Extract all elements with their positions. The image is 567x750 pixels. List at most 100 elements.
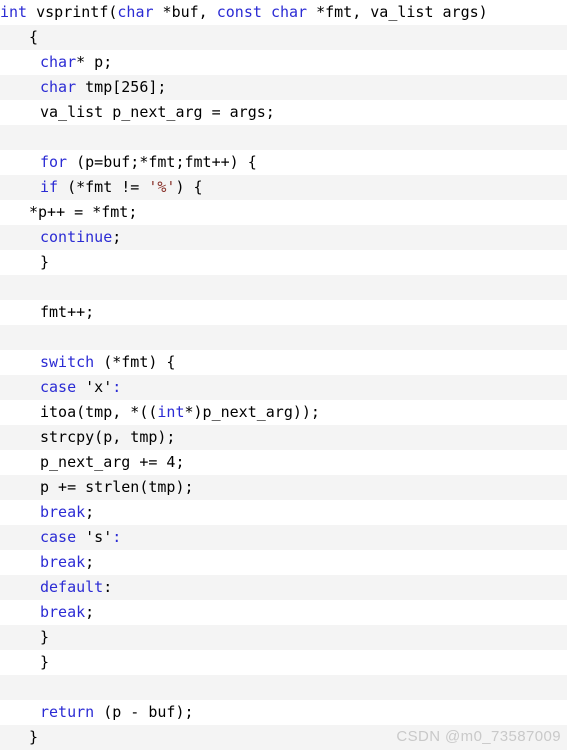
code-token-kw: const [216, 3, 262, 21]
code-line: itoa(tmp, *((int*)p_next_arg)); [0, 400, 567, 425]
code-token-pln: va_list p_next_arg = args; [40, 103, 275, 121]
code-token-kw: int [157, 403, 185, 421]
code-line [0, 125, 567, 150]
code-line: } [0, 625, 567, 650]
code-line-text: itoa(tmp, *((int*)p_next_arg)); [0, 400, 320, 425]
code-line-text: } [0, 725, 38, 750]
code-line-text: switch (*fmt) { [0, 350, 175, 375]
code-token-pln: (p - buf); [94, 703, 194, 721]
code-token-pln: 's' [85, 528, 113, 546]
code-token-pln: { [29, 28, 39, 46]
code-line-text: continue; [0, 225, 121, 250]
code-line: switch (*fmt) { [0, 350, 567, 375]
code-line: char* p; [0, 50, 567, 75]
code-line-text: { [0, 25, 38, 50]
code-line-text: char* p; [0, 50, 112, 75]
code-line: p_next_arg += 4; [0, 450, 567, 475]
code-line: } [0, 650, 567, 675]
code-token-kw: continue [40, 228, 113, 246]
code-line: continue; [0, 225, 567, 250]
code-token-pln: itoa(tmp, *(( [40, 403, 158, 421]
code-line: if (*fmt != '%') { [0, 175, 567, 200]
code-line: int vsprintf(char *buf, const char *fmt,… [0, 0, 567, 25]
code-token-pln: (p=buf;*fmt;fmt++) { [67, 153, 257, 171]
code-line: for (p=buf;*fmt;fmt++) { [0, 150, 567, 175]
code-token-kw: : [112, 378, 122, 396]
code-line-text: p_next_arg += 4; [0, 450, 185, 475]
code-token-pln: fmt++; [40, 303, 95, 321]
code-line-text: strcpy(p, tmp); [0, 425, 175, 450]
code-line-text: va_list p_next_arg = args; [0, 100, 275, 125]
code-line [0, 675, 567, 700]
code-token-pln: *buf, [153, 3, 217, 21]
code-token-kw: return [40, 703, 95, 721]
code-line-text: case 's': [0, 525, 121, 550]
code-token-kw: case [40, 378, 77, 396]
code-token-kw: int [0, 3, 28, 21]
code-token-pln: p_next_arg += 4; [40, 453, 185, 471]
code-token-pln: *fmt, va_list args) [307, 3, 488, 21]
code-line: *p++ = *fmt; [0, 200, 567, 225]
code-token-pln: ; [85, 553, 95, 571]
code-line-text: break; [0, 550, 94, 575]
code-token-kw: char [270, 3, 308, 21]
code-line-text: p += strlen(tmp); [0, 475, 194, 500]
code-token-pln [262, 3, 271, 21]
code-line: char tmp[256]; [0, 75, 567, 100]
code-token-pln: *)p_next_arg)); [184, 403, 320, 421]
code-line: } [0, 725, 567, 750]
code-token-pln: tmp[256]; [76, 78, 167, 96]
code-token-pln: * p; [76, 53, 113, 71]
code-line: fmt++; [0, 300, 567, 325]
code-line-text: } [0, 250, 49, 275]
code-token-pln: 'x' [85, 378, 113, 396]
code-line: case 's': [0, 525, 567, 550]
code-token-kw: char [40, 78, 77, 96]
code-token-pln: vsprintf( [27, 3, 118, 21]
code-token-pln: ; [85, 503, 95, 521]
code-token-pln: } [29, 728, 39, 746]
code-line-text: int vsprintf(char *buf, const char *fmt,… [0, 0, 488, 25]
code-token-kw: : [112, 528, 122, 546]
code-token-pln: ) { [175, 178, 203, 196]
code-line-text: if (*fmt != '%') { [0, 175, 203, 200]
code-token-pln: (*fmt != [58, 178, 149, 196]
code-token-kw: for [40, 153, 68, 171]
code-line-text: char tmp[256]; [0, 75, 166, 100]
code-token-pln: (*fmt) { [94, 353, 176, 371]
code-line: va_list p_next_arg = args; [0, 100, 567, 125]
code-line: case 'x': [0, 375, 567, 400]
code-line: return (p - buf); [0, 700, 567, 725]
code-listing[interactable]: int vsprintf( char *buf, const char *fmt,… [0, 0, 567, 750]
code-token-kw: switch [40, 353, 95, 371]
code-line-text: for (p=buf;*fmt;fmt++) { [0, 150, 257, 175]
code-token-kw: if [40, 178, 59, 196]
code-token-kw: break [40, 553, 86, 571]
code-line [0, 275, 567, 300]
code-token-str: '%' [148, 178, 176, 196]
code-line-text: break; [0, 500, 94, 525]
code-line: break; [0, 600, 567, 625]
code-token-pln: p += strlen(tmp); [40, 478, 194, 496]
code-line: } [0, 250, 567, 275]
code-lines-container: int vsprintf( char *buf, const char *fmt,… [0, 0, 567, 750]
code-line-text: } [0, 625, 49, 650]
code-line-text: fmt++; [0, 300, 94, 325]
code-line [0, 325, 567, 350]
code-token-pln: *p++ = *fmt; [29, 203, 138, 221]
code-line-text: *p++ = *fmt; [0, 200, 137, 225]
code-line-text: } [0, 650, 49, 675]
code-token-pln: ; [112, 228, 122, 246]
code-token-pln: } [40, 253, 50, 271]
code-line-text: return (p - buf); [0, 700, 194, 725]
code-token-pln: ; [85, 603, 95, 621]
code-token-pln [76, 528, 85, 546]
code-token-kw: break [40, 603, 86, 621]
code-token-pln: : [103, 578, 113, 596]
code-token-kw: case [40, 528, 77, 546]
code-line: strcpy(p, tmp); [0, 425, 567, 450]
